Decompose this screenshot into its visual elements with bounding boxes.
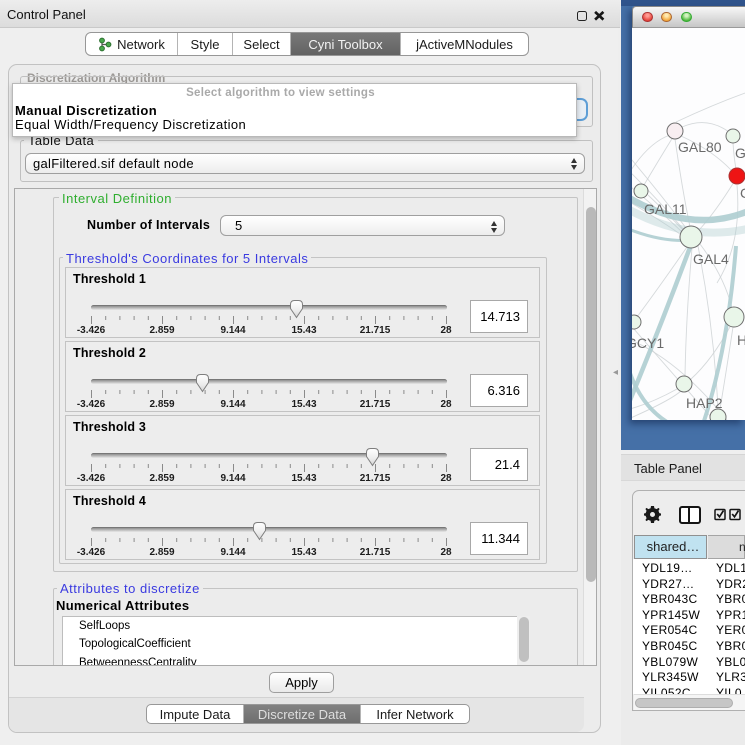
- svg-text:C: C: [740, 185, 745, 201]
- svg-text:GAL80: GAL80: [678, 139, 722, 155]
- svg-text:GCY1: GCY1: [632, 335, 664, 351]
- svg-text:H: H: [737, 332, 745, 348]
- svg-text:HAP2: HAP2: [686, 395, 723, 411]
- svg-text:GAL4: GAL4: [693, 251, 729, 267]
- svg-text:GAL11: GAL11: [644, 201, 687, 217]
- svg-text:GA: GA: [735, 145, 745, 161]
